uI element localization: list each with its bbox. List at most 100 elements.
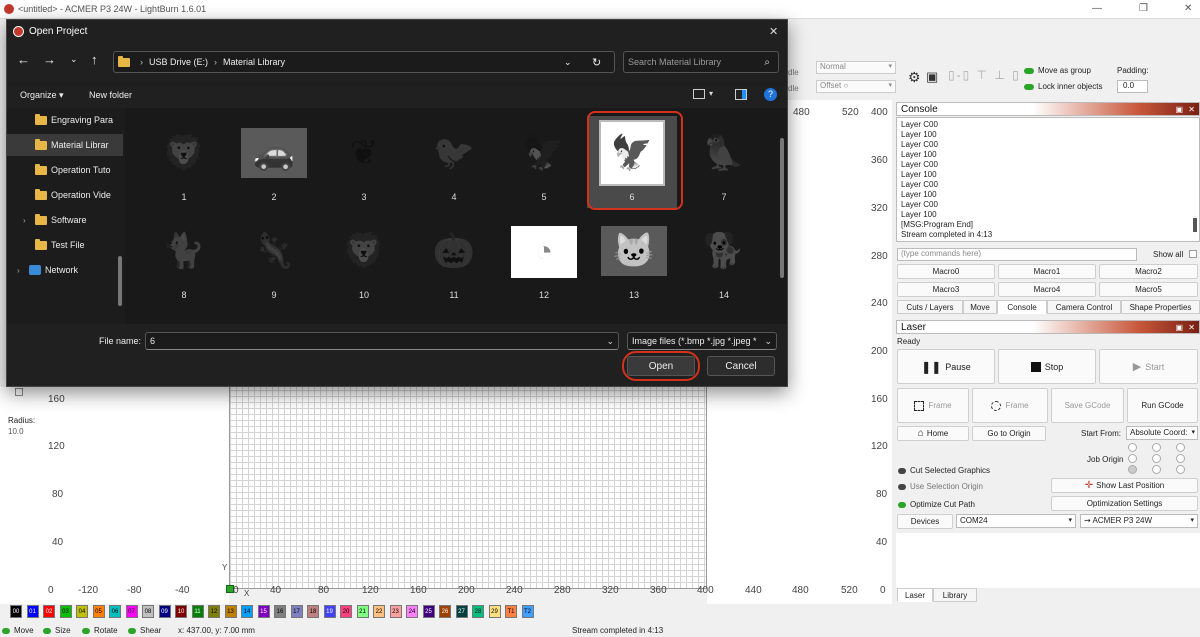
palette-swatch[interactable]: 19 (323, 605, 336, 618)
palette-swatch[interactable]: 13 (224, 605, 237, 618)
search-input[interactable]: Search Material Library ⌕ (623, 51, 779, 73)
palette-swatch[interactable]: 08 (142, 605, 154, 618)
palette-swatch[interactable]: 11 (191, 605, 204, 618)
palette-swatch[interactable]: T2 (521, 605, 534, 618)
macro1-button[interactable]: Macro1 (998, 264, 1096, 279)
job-origin-radio[interactable] (1152, 454, 1161, 463)
recent-chevron-icon[interactable]: ⌄ (70, 54, 78, 65)
minimize-button[interactable]: — (1092, 3, 1102, 14)
macro3-button[interactable]: Macro3 (897, 282, 995, 297)
padding-input[interactable]: 0.0 (1117, 80, 1148, 93)
tab-shape-properties[interactable]: Shape Properties (1121, 300, 1200, 314)
palette-swatch[interactable]: 23 (389, 605, 402, 618)
toggle-icon[interactable] (128, 627, 136, 634)
palette-swatch[interactable]: 22 (373, 605, 385, 618)
job-origin-radio[interactable] (1152, 465, 1161, 474)
toggle-icon[interactable] (43, 627, 51, 634)
palette-swatch[interactable]: 27 (455, 605, 468, 618)
help-icon[interactable]: ? (764, 88, 777, 101)
toggle-icon[interactable] (2, 627, 10, 634)
start-button[interactable]: ▶ Start (1099, 349, 1198, 384)
show-last-position-button[interactable]: ✛ Show Last Position (1051, 478, 1198, 493)
close-icon[interactable]: ✕ (1188, 103, 1195, 117)
job-origin-radio[interactable] (1128, 443, 1137, 452)
palette-swatch[interactable]: 28 (472, 605, 484, 618)
job-origin-radio[interactable] (1128, 454, 1137, 463)
palette-swatch[interactable]: 04 (76, 605, 88, 618)
palette-swatch[interactable]: 00 (10, 605, 22, 618)
sidebar-item[interactable]: › Network (7, 259, 123, 281)
palette-swatch[interactable]: 15 (257, 605, 270, 618)
palette-swatch[interactable]: 17 (290, 605, 303, 618)
up-arrow-icon[interactable]: ↑ (91, 52, 98, 67)
float-icon[interactable]: ▣ (1175, 321, 1183, 335)
file-tile[interactable]: 🎃 11 (409, 214, 495, 306)
sidebar-scrollbar[interactable] (118, 256, 122, 306)
expand-chevron-icon[interactable]: › (17, 266, 29, 275)
toggle-icon[interactable] (898, 483, 906, 490)
macro5-button[interactable]: Macro5 (1099, 282, 1198, 297)
view-mode-icon[interactable] (693, 89, 705, 99)
preview-pane-icon[interactable] (735, 89, 747, 100)
file-tile[interactable]: 🐱 13 (589, 214, 675, 306)
align-icons[interactable]: ▯-▯ ⊤ ⊥ ▯ (948, 68, 1021, 82)
device-select[interactable]: ⇝ ACMER P3 24W ▾ (1080, 514, 1198, 528)
start-from-select[interactable]: Absolute Coord: ▾ (1126, 426, 1198, 440)
refresh-icon[interactable]: ↻ (592, 56, 601, 69)
optimization-settings-button[interactable]: Optimization Settings (1051, 496, 1198, 511)
stop-button[interactable]: Stop (998, 349, 1096, 384)
address-bar[interactable]: › USB Drive (E:) › Material Library ⌄ ↻ (113, 51, 615, 73)
file-tile[interactable]: 🦅 5 (499, 116, 585, 208)
job-origin-radio[interactable] (1128, 465, 1137, 474)
command-input[interactable]: (type commands here) (897, 248, 1137, 261)
palette-swatch[interactable]: 26 (439, 605, 451, 618)
palette-swatch[interactable]: 24 (406, 605, 418, 618)
palette-swatch[interactable]: 07 (125, 605, 138, 618)
forward-arrow-icon[interactable]: → (43, 52, 56, 67)
sidebar-item[interactable]: Test File (7, 234, 123, 256)
file-tile[interactable]: ◔ 12 (499, 214, 585, 306)
macro2-button[interactable]: Macro2 (1099, 264, 1198, 279)
macro4-button[interactable]: Macro4 (998, 282, 1096, 297)
palette-swatch[interactable]: 20 (340, 605, 352, 618)
organize-menu[interactable]: Organize ▾ (20, 90, 64, 101)
palette-swatch[interactable]: 03 (59, 605, 72, 618)
palette-swatch[interactable]: 29 (488, 605, 501, 618)
file-tile[interactable]: 🚗 2 (229, 116, 315, 208)
offset-select[interactable]: Offset ○ ▾ (816, 80, 896, 93)
palette-swatch[interactable]: 16 (274, 605, 286, 618)
machine-icon[interactable]: ▣ (926, 69, 938, 85)
close-window-button[interactable]: ✕ (1184, 3, 1192, 14)
sidebar-item[interactable]: › Software (7, 209, 123, 231)
job-origin-radio[interactable] (1176, 454, 1185, 463)
tab-library[interactable]: Library (933, 588, 977, 602)
toggle-icon[interactable] (1024, 67, 1034, 74)
file-tile[interactable]: 🦁 10 (319, 214, 405, 306)
palette-swatch[interactable]: 01 (26, 605, 39, 618)
file-tile[interactable]: 🦜 7 (679, 116, 765, 208)
close-icon[interactable]: ✕ (1188, 321, 1195, 335)
palette-swatch[interactable]: 21 (356, 605, 369, 618)
tab-cuts-layers[interactable]: Cuts / Layers (897, 300, 963, 314)
palette-swatch[interactable]: 25 (422, 605, 435, 618)
console-output[interactable]: Layer C00 Layer 100 Layer C00 Layer 100 Laye… (896, 117, 1200, 242)
frame-circle-button[interactable]: Frame (972, 388, 1048, 423)
tab-move[interactable]: Move (963, 300, 997, 314)
devices-button[interactable]: Devices (897, 514, 953, 529)
file-tile[interactable]: 🐈 8 (139, 214, 225, 306)
palette-swatch[interactable]: T1 (505, 605, 517, 618)
toggle-icon[interactable] (898, 501, 906, 508)
toggle-icon[interactable] (82, 627, 90, 634)
tab-console[interactable]: Console (997, 300, 1047, 314)
tab-camera-control[interactable]: Camera Control (1047, 300, 1121, 314)
sidebar-item[interactable]: Engraving Para (7, 109, 123, 131)
palette-swatch[interactable]: 09 (158, 605, 171, 618)
toggle-icon[interactable] (898, 467, 906, 474)
palette-swatch[interactable]: 10 (175, 605, 187, 618)
palette-swatch[interactable]: 12 (208, 605, 220, 618)
go-to-origin-button[interactable]: Go to Origin (972, 426, 1046, 441)
file-tile[interactable]: ❦ 3 (319, 116, 405, 208)
grid-scrollbar[interactable] (780, 138, 784, 278)
chevron-down-icon[interactable]: ⌄ (606, 336, 614, 347)
home-button[interactable]: ⌂ Home (897, 426, 969, 441)
